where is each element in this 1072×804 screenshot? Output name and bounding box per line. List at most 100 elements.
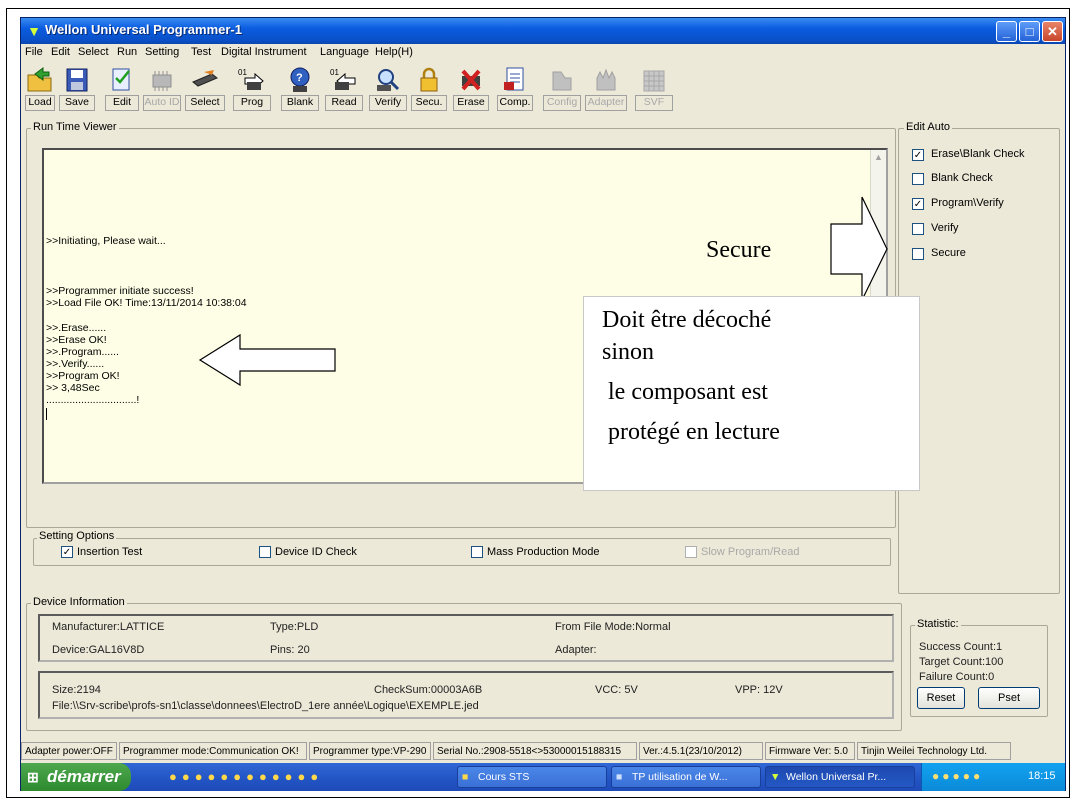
menu-digital-instrument[interactable]: Digital Instrument — [221, 46, 307, 58]
task-label: Cours STS — [478, 771, 530, 783]
checkbox-unchecked[interactable] — [912, 173, 924, 185]
compare-button[interactable]: Comp. — [497, 62, 533, 112]
config-button[interactable]: Config — [543, 62, 581, 112]
checkbox-unchecked[interactable] — [912, 223, 924, 235]
edit-button[interactable]: Edit — [105, 62, 139, 112]
window-title: Wellon Universal Programmer-1 — [45, 22, 242, 37]
status-bar: Adapter power:OFF Programmer mode:Commun… — [21, 740, 1065, 762]
maximize-button[interactable]: □ — [1019, 21, 1040, 42]
select-button[interactable]: Select — [185, 62, 225, 112]
log-line: >>.Erase...... — [46, 322, 107, 334]
close-button[interactable]: ✕ — [1042, 21, 1063, 42]
tool-label: Erase — [453, 95, 489, 111]
wellon-logo-icon: ▼ — [27, 23, 41, 39]
verify-button[interactable]: Verify — [369, 62, 407, 112]
clock: 18:15 — [1028, 770, 1056, 782]
checkbox-unchecked[interactable] — [259, 546, 271, 558]
log-line: >>.Program...... — [46, 346, 119, 358]
target-count: Target Count:100 — [919, 656, 1004, 668]
status-serial-number: Serial No.:2908-5518<>53000015188315 — [433, 742, 637, 760]
pins-value: Pins: 20 — [270, 644, 310, 656]
save-button[interactable]: Save — [59, 62, 95, 112]
device-information-title: Device Information — [31, 596, 127, 608]
read-button[interactable]: 01 Read — [325, 62, 363, 112]
tool-label: Config — [543, 95, 581, 111]
checkbox-checked[interactable]: ✓ — [61, 546, 73, 558]
checkbox-disabled[interactable] — [685, 546, 697, 558]
edit-icon — [112, 68, 130, 91]
checkbox-checked[interactable]: ✓ — [912, 149, 924, 161]
task-label: Wellon Universal Pr... — [786, 771, 887, 783]
tool-label: Prog — [233, 95, 271, 111]
setting-options-title: Setting Options — [37, 530, 117, 542]
checkbox-unchecked[interactable] — [471, 546, 483, 558]
system-tray: ●●●●● 18:15 — [921, 763, 1065, 791]
title-bar[interactable]: ▼ Wellon Universal Programmer-1 _ □ ✕ — [21, 18, 1065, 44]
right-arrow-annotation — [830, 196, 888, 301]
menu-test[interactable]: Test — [191, 46, 211, 58]
adapter-button[interactable]: Adapter — [585, 62, 627, 112]
erase-chip-icon — [461, 69, 481, 91]
secure-button[interactable]: Secu. — [411, 62, 447, 112]
checkbox-unchecked[interactable] — [912, 248, 924, 260]
menu-edit[interactable]: Edit — [51, 46, 70, 58]
type-value: Type:PLD — [270, 621, 319, 633]
failure-count: Failure Count:0 — [919, 671, 995, 683]
log-line: >>Initiating, Please wait... — [46, 235, 166, 247]
svf-icon — [643, 70, 665, 92]
tool-label: Adapter — [585, 95, 627, 111]
menu-setting[interactable]: Setting — [145, 46, 179, 58]
menu-file[interactable]: File — [25, 46, 43, 58]
secure-annotation-label: Secure — [706, 237, 772, 263]
manufacturer-value: Manufacturer:LATTICE — [52, 621, 165, 633]
device-value: Device:GAL16V8D — [52, 644, 145, 656]
save-disk-icon — [66, 68, 88, 92]
menu-language[interactable]: Language — [320, 46, 369, 58]
verify-icon — [377, 69, 400, 91]
toolbar: Load Save Edit Auto ID Select 01 Prog ? … — [21, 62, 1065, 112]
menu-help[interactable]: Help(H) — [375, 46, 413, 58]
tool-label: Select — [185, 95, 225, 111]
auto-id-chip-icon — [152, 71, 172, 91]
log-line: >>Load File OK! Time:13/11/2014 10:38:04 — [46, 297, 247, 309]
note-line: le composant est — [602, 379, 768, 405]
task-tp-utilisation[interactable]: ■ TP utilisation de W... — [611, 766, 761, 788]
left-arrow-annotation — [198, 333, 336, 387]
start-button[interactable]: ⊞ démarrer — [21, 763, 131, 791]
pset-button[interactable]: Pset — [978, 687, 1040, 709]
load-button[interactable]: Load — [25, 62, 55, 112]
run-time-viewer-title: Run Time Viewer — [31, 121, 119, 133]
vcc-value: VCC: 5V — [595, 684, 638, 696]
start-label: démarrer — [47, 767, 121, 786]
document-icon: ■ — [616, 771, 623, 783]
tray-icons[interactable]: ●●●●● — [932, 769, 983, 783]
quick-launch-icons[interactable]: ●●●●●●●●●●●● — [169, 769, 409, 785]
log-line: >>Erase OK! — [46, 334, 107, 346]
tool-label: Verify — [369, 95, 407, 111]
windows-logo-icon: ⊞ — [27, 769, 39, 785]
task-wellon[interactable]: ▼ Wellon Universal Pr... — [765, 766, 915, 788]
auto-id-button[interactable]: Auto ID — [143, 62, 181, 112]
minimize-button[interactable]: _ — [996, 21, 1017, 42]
option-label: Erase\Blank Check — [931, 148, 1025, 160]
checksum-value: CheckSum:00003A6B — [374, 684, 483, 696]
text-cursor — [46, 408, 47, 420]
blank-check-icon: ? — [290, 67, 310, 92]
folder-icon: ■ — [462, 771, 469, 783]
menu-run[interactable]: Run — [117, 46, 137, 58]
erase-button[interactable]: Erase — [453, 62, 489, 112]
checkbox-checked[interactable]: ✓ — [912, 198, 924, 210]
file-path-value: File:\\Srv-scribe\profs-sn1\classe\donne… — [52, 700, 479, 712]
svf-button[interactable]: SVF — [635, 62, 673, 112]
option-label: Slow Program/Read — [701, 546, 800, 558]
blank-button[interactable]: ? Blank — [281, 62, 319, 112]
prog-button[interactable]: 01 Prog — [233, 62, 271, 112]
note-line: sinon — [602, 339, 655, 365]
reset-button[interactable]: Reset — [917, 687, 965, 709]
option-label: Mass Production Mode — [487, 546, 600, 558]
option-label: Device ID Check — [275, 546, 357, 558]
menu-select[interactable]: Select — [78, 46, 109, 58]
scroll-up-icon[interactable]: ▲ — [874, 152, 883, 162]
log-line: >>Program OK! — [46, 370, 120, 382]
task-cours-sts[interactable]: ■ Cours STS — [457, 766, 607, 788]
